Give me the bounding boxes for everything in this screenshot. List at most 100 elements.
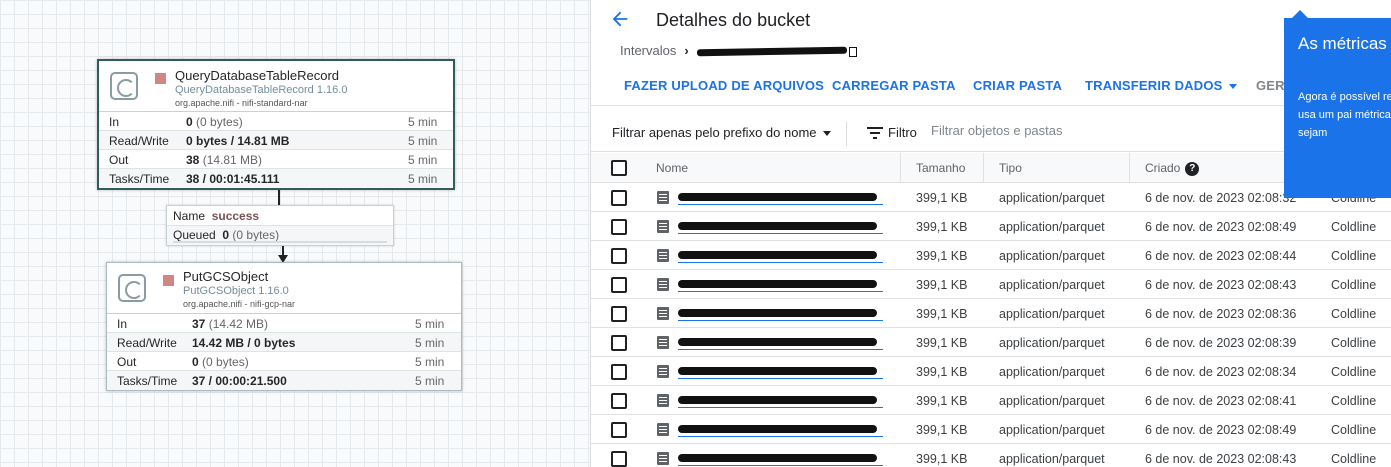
table-row[interactable]: 399,1 KB application/parquet 6 de nov. de … [591, 212, 1391, 241]
table-row[interactable]: 399,1 KB application/parquet 6 de nov. de … [591, 183, 1391, 212]
file-icon [657, 191, 669, 204]
table-row[interactable]: 399,1 KB application/parquet 6 de nov. de … [591, 299, 1391, 328]
column-name[interactable]: Nome [656, 161, 688, 175]
stat-label: In [117, 317, 128, 331]
stat-period: 5 min [408, 172, 438, 186]
stat-row-tasks-time: Tasks/Time 38 / 00:01:45.111 5 min [99, 169, 453, 188]
processor-query-database[interactable]: QueryDatabaseTableRecord QueryDatabaseTa… [97, 59, 455, 190]
column-created[interactable]: Criado? [1145, 161, 1200, 176]
file-name-link[interactable] [678, 334, 883, 350]
stat-value: 0 [186, 115, 193, 129]
stat-row-tasks-time: Tasks/Time 37 / 00:00:21.500 5 min [107, 371, 461, 390]
file-name-link[interactable] [678, 189, 883, 205]
transfer-data-button[interactable]: TRANSFERIR DADOS [1085, 78, 1237, 93]
processor-icon [110, 72, 138, 100]
stat-value: 0 [192, 355, 199, 369]
file-type: application/parquet [999, 249, 1105, 263]
stopped-icon [155, 73, 166, 84]
file-icon [657, 394, 669, 407]
connection-line-top[interactable] [278, 190, 280, 205]
table-row[interactable]: 399,1 KB application/parquet 6 de nov. de … [591, 386, 1391, 415]
stat-row-out: Out 0 (0 bytes) 5 min [107, 352, 461, 371]
breadcrumb-root[interactable]: Intervalos [620, 43, 676, 58]
table-row[interactable]: 399,1 KB application/parquet 6 de nov. de … [591, 357, 1391, 386]
column-type[interactable]: Tipo [999, 161, 1022, 175]
stat-detail: (0 bytes) [198, 355, 249, 369]
create-folder-button[interactable]: CRIAR PASTA [973, 78, 1062, 93]
file-size: 399,1 KB [916, 249, 968, 263]
file-created: 6 de nov. de 2023 02:08:32 [1145, 191, 1297, 205]
file-created: 6 de nov. de 2023 02:08:36 [1145, 307, 1297, 321]
row-checkbox[interactable] [611, 451, 627, 467]
table-row[interactable]: 399,1 KB application/parquet 6 de nov. de … [591, 415, 1391, 444]
file-size: 399,1 KB [916, 336, 968, 350]
filter-input[interactable] [931, 123, 1171, 138]
file-name-link[interactable] [678, 421, 883, 437]
file-icon [657, 249, 669, 262]
table-row[interactable]: 399,1 KB application/parquet 6 de nov. de … [591, 328, 1391, 357]
redacted-file-name [678, 193, 877, 201]
upload-folder-button[interactable]: CARREGAR PASTA [832, 78, 956, 93]
redacted-bucket-name [696, 46, 847, 57]
select-all-checkbox[interactable] [611, 160, 627, 176]
copy-icon[interactable] [848, 46, 857, 57]
redacted-file-name [678, 425, 877, 433]
file-created: 6 de nov. de 2023 02:08:44 [1145, 249, 1297, 263]
upload-files-button[interactable]: FAZER UPLOAD DE ARQUIVOS [624, 78, 824, 93]
redacted-file-name [678, 338, 877, 346]
redacted-file-name [678, 396, 877, 404]
processor-name: PutGCSObject [183, 269, 269, 284]
file-type: application/parquet [999, 452, 1105, 466]
nifi-canvas[interactable]: QueryDatabaseTableRecord QueryDatabaseTa… [0, 0, 590, 467]
stat-detail: (14.81 MB) [199, 153, 263, 167]
stat-value: 37 / 00:00:21.500 [192, 374, 287, 388]
manage-button[interactable]: GER [1256, 78, 1285, 93]
row-checkbox[interactable] [611, 277, 627, 293]
table-header: Nome Tamanho Tipo Criado? [591, 153, 1391, 183]
row-checkbox[interactable] [611, 219, 627, 235]
row-checkbox[interactable] [611, 248, 627, 264]
row-checkbox[interactable] [611, 335, 627, 351]
file-name-link[interactable] [678, 363, 883, 379]
queue-progress-bar [173, 241, 387, 243]
file-created: 6 de nov. de 2023 02:08:49 [1145, 423, 1297, 437]
file-icon [657, 307, 669, 320]
file-size: 399,1 KB [916, 278, 968, 292]
prefix-filter-dropdown[interactable]: Filtrar apenas pelo prefixo do nome [612, 125, 831, 140]
row-checkbox[interactable] [611, 306, 627, 322]
file-name-link[interactable] [678, 276, 883, 292]
file-icon [657, 423, 669, 436]
back-arrow-icon[interactable] [609, 8, 633, 32]
storage-class: Coldline [1331, 394, 1377, 408]
storage-class: Coldline [1331, 220, 1377, 234]
table-row[interactable]: 399,1 KB application/parquet 6 de nov. de … [591, 270, 1391, 299]
stat-row-in: In 0 (0 bytes) 5 min [99, 112, 453, 131]
row-checkbox[interactable] [611, 422, 627, 438]
column-size[interactable]: Tamanho [916, 161, 965, 175]
processor-put-gcs-object[interactable]: PutGCSObject PutGCSObject 1.16.0 org.apa… [106, 262, 462, 391]
file-name-link[interactable] [678, 392, 883, 408]
file-name-link[interactable] [678, 450, 883, 466]
storage-class: Coldline [1331, 452, 1377, 466]
filter-bar: Filtrar apenas pelo prefixo do nome Filt… [591, 116, 1391, 152]
connection-label[interactable]: Name success Queued 0 (0 bytes) [166, 205, 394, 246]
file-name-link[interactable] [678, 247, 883, 263]
divider [846, 122, 847, 146]
table-row[interactable]: 399,1 KB application/parquet 6 de nov. de … [591, 241, 1391, 270]
row-checkbox[interactable] [611, 393, 627, 409]
row-checkbox[interactable] [611, 364, 627, 380]
row-checkbox[interactable] [611, 190, 627, 206]
stat-value: 14.42 MB / 0 bytes [192, 336, 296, 350]
file-name-link[interactable] [678, 305, 883, 321]
file-name-link[interactable] [678, 218, 883, 234]
file-created: 6 de nov. de 2023 02:08:43 [1145, 452, 1297, 466]
stat-value: 38 [186, 153, 200, 167]
objects-table: Nome Tamanho Tipo Criado? 399,1 KB applic… [591, 153, 1391, 467]
stat-row-read-write: Read/Write 0 bytes / 14.81 MB 5 min [99, 131, 453, 150]
connection-name-label: Name [173, 209, 206, 223]
file-created: 6 de nov. de 2023 02:08:49 [1145, 220, 1297, 234]
help-icon[interactable]: ? [1185, 161, 1200, 176]
file-type: application/parquet [999, 220, 1105, 234]
table-row[interactable]: 399,1 KB application/parquet 6 de nov. de … [591, 444, 1391, 467]
redacted-file-name [678, 251, 877, 259]
